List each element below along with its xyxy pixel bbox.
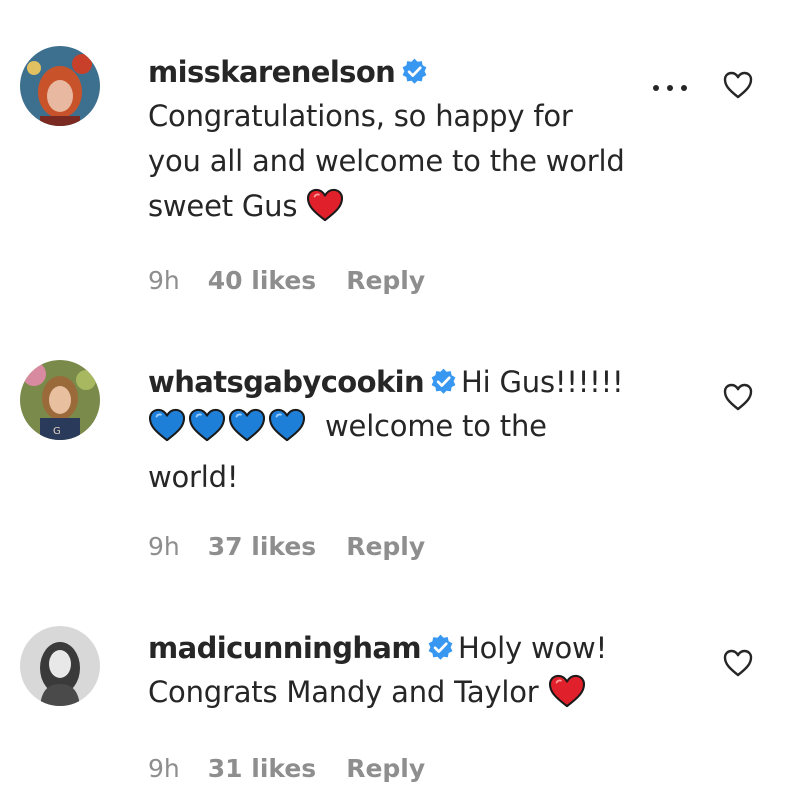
avatar[interactable] <box>20 46 100 126</box>
svg-text:G: G <box>53 426 61 437</box>
comment-body: misskarenelson Congratulations, so happy… <box>148 52 688 229</box>
comment-meta: 9h 31 likes Reply <box>148 754 425 783</box>
red-heart-emoji-icon <box>548 674 586 708</box>
reply-button[interactable]: Reply <box>346 754 425 783</box>
comment-text-line: sweet Gus <box>148 184 688 229</box>
more-options-icon[interactable] <box>650 82 690 94</box>
avatar[interactable] <box>20 626 100 706</box>
like-heart-icon[interactable] <box>722 70 754 100</box>
comment-meta: 9h 37 likes Reply <box>148 532 425 561</box>
comment-text-line: Congrats Mandy and Taylor <box>148 670 688 715</box>
comment-text-line: world! <box>148 460 239 494</box>
comment-text-segment: welcome to the <box>325 409 547 443</box>
comment-time: 9h <box>148 266 180 295</box>
comment-username[interactable]: madicunningham <box>148 631 422 665</box>
verified-badge-icon <box>430 368 457 395</box>
blue-heart-emoji-icon <box>188 408 226 442</box>
comment-text-segment: Holy wow! <box>458 631 607 665</box>
comment-meta: 9h 40 likes Reply <box>148 266 425 295</box>
comment-item: G whatsgabycookin Hi Gus!!!!!! welcome to… <box>0 320 800 590</box>
comment-item: madicunningham Holy wow! Congrats Mandy a… <box>0 590 800 808</box>
comment-item: misskarenelson Congratulations, so happy… <box>0 0 800 320</box>
comment-text-line: Congratulations, so happy for <box>148 99 573 133</box>
comment-text-line: you all and welcome to the world <box>148 144 625 178</box>
comment-likes[interactable]: 31 likes <box>208 754 316 783</box>
comment-time: 9h <box>148 754 180 783</box>
avatar[interactable]: G <box>20 360 100 440</box>
comment-body: whatsgabycookin Hi Gus!!!!!! welcome to t… <box>148 362 688 500</box>
reply-button[interactable]: Reply <box>346 266 425 295</box>
comment-body: madicunningham Holy wow! Congrats Mandy a… <box>148 628 688 715</box>
comment-text-segment: sweet Gus <box>148 189 298 223</box>
comment-text-segment: Hi Gus!!!!!! <box>461 365 624 399</box>
comment-likes[interactable]: 37 likes <box>208 532 316 561</box>
like-heart-icon[interactable] <box>722 382 754 412</box>
blue-heart-emoji-icon <box>268 408 306 442</box>
comment-text-segment: Congrats Mandy and Taylor <box>148 675 539 709</box>
comment-username[interactable]: misskarenelson <box>148 55 396 89</box>
blue-heart-emoji-icon <box>148 408 186 442</box>
comment-time: 9h <box>148 532 180 561</box>
blue-heart-emoji-icon <box>228 408 266 442</box>
verified-badge-icon <box>401 58 428 85</box>
verified-badge-icon <box>427 634 454 661</box>
like-heart-icon[interactable] <box>722 648 754 678</box>
comment-likes[interactable]: 40 likes <box>208 266 316 295</box>
comment-username[interactable]: whatsgabycookin <box>148 365 425 399</box>
red-heart-emoji-icon <box>306 188 344 222</box>
comment-text-line: welcome to the <box>148 404 688 455</box>
reply-button[interactable]: Reply <box>346 532 425 561</box>
blue-hearts-emoji-group <box>148 408 308 455</box>
